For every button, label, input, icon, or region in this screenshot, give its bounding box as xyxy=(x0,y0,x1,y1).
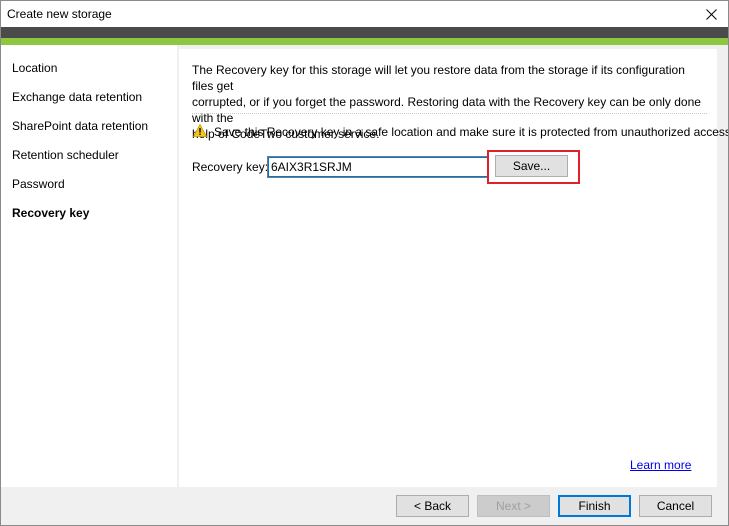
sidebar-item-exchange-data-retention[interactable]: Exchange data retention xyxy=(12,90,142,105)
learn-more-link[interactable]: Learn more xyxy=(630,458,691,472)
close-button[interactable] xyxy=(696,1,726,27)
back-button[interactable]: < Back xyxy=(396,495,469,517)
sidebar-item-password[interactable]: Password xyxy=(12,177,65,192)
save-button[interactable]: Save... xyxy=(495,155,568,177)
sidebar-item-location[interactable]: Location xyxy=(12,61,57,76)
dialog-window: Create new storage Location Exchange dat… xyxy=(0,0,729,526)
next-button[interactable]: Next > xyxy=(477,495,550,517)
finish-button[interactable]: Finish xyxy=(558,495,631,517)
recovery-key-label: Recovery key: xyxy=(192,160,269,174)
header-band-green xyxy=(1,38,728,45)
window-title: Create new storage xyxy=(7,7,112,21)
warning-text: Save this Recovery key in a safe locatio… xyxy=(214,125,729,139)
info-line: corrupted, or if you forget the password… xyxy=(192,95,701,125)
separator xyxy=(192,113,707,114)
cancel-button[interactable]: Cancel xyxy=(639,495,712,517)
info-line: The Recovery key for this storage will l… xyxy=(192,63,685,93)
content-panel: The Recovery key for this storage will l… xyxy=(179,49,728,487)
recovery-key-field[interactable] xyxy=(267,156,489,178)
title-bar: Create new storage xyxy=(1,1,728,27)
sidebar-item-sharepoint-data-retention[interactable]: SharePoint data retention xyxy=(12,119,148,134)
warning-icon xyxy=(193,124,207,137)
wizard-steps-sidebar: Location Exchange data retention SharePo… xyxy=(1,45,177,487)
close-icon xyxy=(705,8,717,20)
header-band-dark xyxy=(1,27,728,38)
sidebar-item-retention-scheduler[interactable]: Retention scheduler xyxy=(12,148,119,163)
sidebar-item-recovery-key[interactable]: Recovery key xyxy=(12,206,89,221)
